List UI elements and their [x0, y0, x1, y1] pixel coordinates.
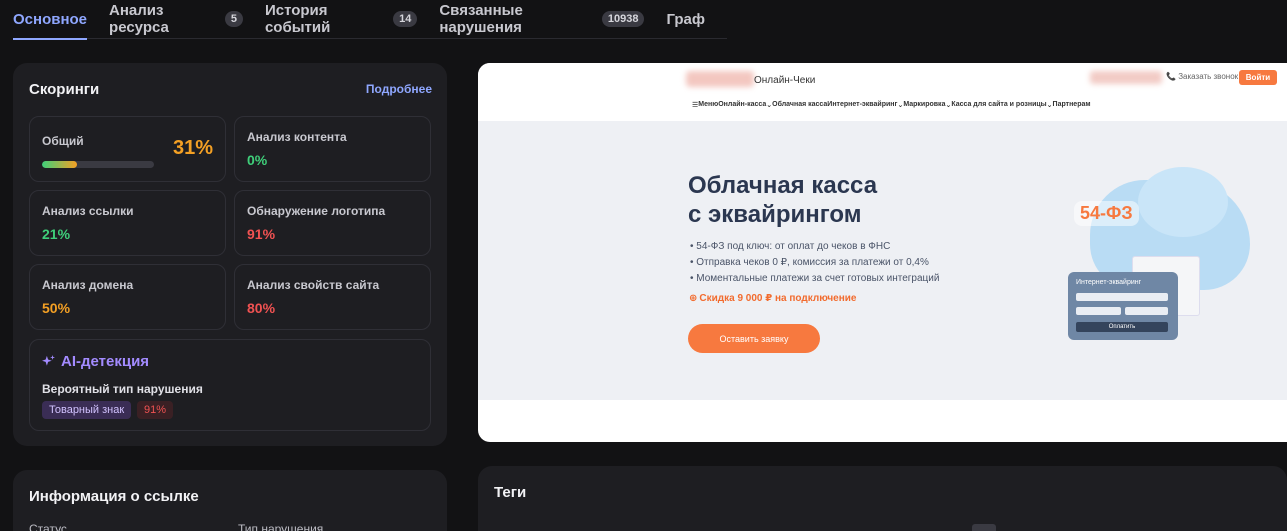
tab-label: Связанные нарушения	[439, 2, 523, 36]
document-icon	[972, 524, 996, 531]
preview-bullet: Моментальные платежи за счет готовых инт…	[690, 271, 939, 287]
preview-discount: ⊕ Скидка 9 000 ₽ на подключение	[689, 293, 857, 304]
score-label: Обнаружение логотипа	[247, 204, 386, 218]
ai-title-text: AI-детекция	[61, 353, 150, 370]
tab-count-badge: 10938	[601, 11, 645, 27]
preview-bullets: 54-ФЗ под ключ: от оплат до чеков в ФНС …	[690, 239, 939, 287]
score-tile-domain: Анализ домена 50%	[29, 264, 226, 330]
tab-count-badge: 5	[224, 11, 243, 27]
preview-bullet: 54-ФЗ под ключ: от оплат до чеков в ФНС	[690, 239, 939, 255]
preview-nav-item: Меню	[698, 101, 719, 108]
terminal-title: Интернет-эквайринг	[1076, 279, 1142, 286]
preview-logo-blurred	[686, 71, 754, 87]
tags-card: Теги	[478, 466, 1287, 531]
link-info-title: Информация о ссылке	[29, 488, 199, 505]
gift-icon: ⊕	[689, 293, 698, 304]
score-tile-logo: Обнаружение логотипа 91%	[234, 190, 431, 256]
preview-call-label: Заказать звонок	[1178, 72, 1239, 81]
preview-phone-blurred	[1090, 71, 1162, 84]
score-label: Общий	[42, 134, 84, 148]
terminal-illustration: Интернет-эквайринг Оплатить	[1068, 272, 1178, 340]
tab-main[interactable]: Основное	[13, 0, 88, 40]
preview-enter-button: Войти	[1239, 70, 1277, 85]
score-label: Анализ домена	[42, 278, 134, 292]
tab-graph[interactable]: Граф	[666, 0, 705, 39]
preview-nav-item: Онлайн-касса	[718, 101, 767, 108]
violation-pct-chip: 91%	[137, 401, 174, 419]
terminal-pay-button: Оплатить	[1076, 322, 1168, 332]
ai-detection-title: AI-детекция	[42, 353, 149, 370]
score-value: 80%	[247, 300, 276, 316]
score-tile-link: Анализ ссылки 21%	[29, 190, 226, 256]
tab-resource-analysis[interactable]: Анализ ресурса 5	[109, 0, 243, 39]
link-info-card: Информация о ссылке Статус Тип нарушения	[13, 470, 447, 531]
violation-type-chip: Товарный знак	[42, 401, 132, 419]
scoring-card: Скоринги Подробнее Общий 31% Анализ конт…	[13, 63, 447, 446]
overall-progress-fill	[42, 161, 77, 168]
tab-label: История событий	[264, 2, 331, 36]
score-tile-content: Анализ контента 0%	[234, 116, 431, 182]
terminal-field	[1076, 293, 1168, 301]
score-value: 50%	[42, 300, 71, 316]
tab-related-violations[interactable]: Связанные нарушения 10938	[439, 0, 645, 39]
preview-call-link: 📞 Заказать звонок	[1166, 72, 1238, 81]
terminal-field	[1125, 307, 1168, 315]
tab-count-badge: 14	[393, 11, 418, 27]
sparkle-icon	[42, 355, 55, 366]
tags-title: Теги	[494, 484, 527, 501]
preview-cta-button: Оставить заявку	[688, 324, 820, 353]
preview-headline: Облачная касса с эквайрингом	[688, 171, 948, 229]
tab-label: Граф	[666, 10, 705, 28]
score-label: Анализ свойств сайта	[247, 278, 380, 292]
preview-nav-item: Облачная касса	[772, 101, 828, 108]
tab-bar: Основное Анализ ресурса 5 История событи…	[13, 0, 727, 40]
preview-discount-text: Скидка 9 000 ₽ на подключение	[699, 293, 857, 304]
cloud-illustration-top	[1138, 167, 1228, 237]
preview-logo-text: Онлайн-Чеки	[754, 75, 816, 86]
status-label: Статус	[29, 522, 67, 531]
preview-headline-line: Облачная касса	[688, 172, 878, 199]
tab-label: Основное	[13, 10, 88, 28]
score-tile-overall: Общий 31%	[29, 116, 226, 182]
score-label: Анализ ссылки	[42, 204, 134, 218]
score-value: 0%	[247, 152, 268, 168]
tab-label: Анализ ресурса	[109, 2, 169, 36]
preview-nav-item: Интернет-эквайринг	[827, 101, 898, 108]
ai-detection-box: AI-детекция Вероятный тип нарушения Това…	[29, 339, 431, 431]
violation-type-label: Тип нарушения	[238, 522, 324, 531]
details-link[interactable]: Подробнее	[366, 82, 432, 96]
preview-fz-badge: 54-ФЗ	[1074, 201, 1139, 226]
phone-icon: 📞	[1166, 72, 1176, 81]
tab-event-history[interactable]: История событий 14	[264, 0, 418, 39]
preview-headline-line: с эквайрингом	[688, 201, 862, 228]
score-label: Анализ контента	[247, 130, 347, 144]
preview-header: Онлайн-Чеки 📞 Заказать звонок Войти ☰ Ме…	[478, 63, 1287, 121]
preview-nav-item: Касса для сайта и розницы	[951, 101, 1047, 108]
score-tile-site-props: Анализ свойств сайта 80%	[234, 264, 431, 330]
website-screenshot-preview[interactable]: Онлайн-Чеки 📞 Заказать звонок Войти ☰ Ме…	[478, 63, 1287, 442]
preview-nav: ☰ Меню Онлайн-касса ⌄ Облачная касса Инте…	[692, 101, 1091, 109]
scoring-title: Скоринги	[29, 81, 100, 98]
ai-subtitle: Вероятный тип нарушения	[42, 382, 203, 396]
preview-nav-item: Маркировка	[903, 101, 946, 108]
score-value: 91%	[247, 226, 276, 242]
preview-nav-item: Партнерам	[1052, 101, 1091, 108]
terminal-field	[1076, 307, 1121, 315]
preview-bullet: Отправка чеков 0 ₽, комиссия за платежи …	[690, 255, 939, 271]
score-value: 21%	[42, 226, 71, 242]
score-value: 31%	[172, 137, 213, 159]
overall-progress-bar	[42, 161, 154, 168]
